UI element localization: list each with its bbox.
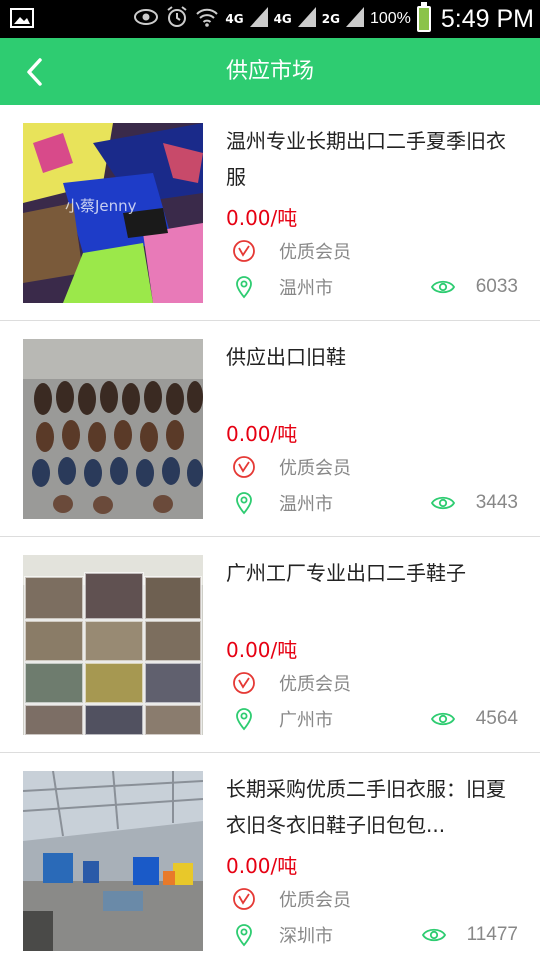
product-image <box>23 771 203 951</box>
signal-icon-2 <box>297 7 316 31</box>
listing-title: 供应出口旧鞋 <box>226 345 346 369</box>
listing-title: 温州专业长期出口二手夏季旧衣服 <box>226 129 506 189</box>
alarm-icon <box>165 5 189 33</box>
listing-location: 温州市 <box>279 278 333 299</box>
listing-location: 温州市 <box>279 494 333 515</box>
eye-icon <box>430 712 455 726</box>
product-image <box>23 339 203 519</box>
view-count: 3443 <box>475 492 518 513</box>
member-level: 优质会员 <box>279 458 351 479</box>
network-type-1: 4G <box>225 12 244 26</box>
listing-price: 0.00/吨 <box>226 638 298 662</box>
listing-price: 0.00/吨 <box>226 422 298 446</box>
member-level: 优质会员 <box>279 674 351 695</box>
signal-icon-3 <box>345 7 364 31</box>
status-bar: 4G 4G 2G 100% 5:49 PM <box>0 0 540 38</box>
member-badge-icon <box>233 672 255 694</box>
view-count: 4564 <box>475 708 518 729</box>
product-image: 小蔡Jenny <box>23 123 203 303</box>
view-count: 11477 <box>466 924 518 945</box>
listing-title: 广州工厂专业出口二手鞋子 <box>226 561 466 585</box>
listing-location: 广州市 <box>279 710 333 731</box>
wifi-icon <box>195 6 219 32</box>
listing-price: 0.00/吨 <box>226 854 298 878</box>
network-type-2: 4G <box>273 12 292 26</box>
listing-price: 0.00/吨 <box>226 206 298 230</box>
member-level: 优质会员 <box>279 890 351 911</box>
battery-percent: 100% <box>369 10 411 27</box>
listing-list: 小蔡Jenny 温州专业长期出口二手夏季旧衣服 0.00/吨 优质会员 温州市 <box>0 105 540 960</box>
eye-icon <box>430 496 455 510</box>
gallery-icon <box>10 8 34 28</box>
network-type-3: 2G <box>321 12 340 26</box>
member-level: 优质会员 <box>279 242 351 263</box>
location-pin-icon <box>236 708 252 731</box>
image-watermark: 小蔡Jenny <box>65 197 137 215</box>
member-badge-icon <box>233 240 255 262</box>
eye-icon <box>430 280 455 294</box>
listing-item[interactable]: 广州工厂专业出口二手鞋子 0.00/吨 优质会员 广州市 4564 <box>0 537 540 753</box>
listing-title: 长期采购优质二手旧衣服：旧夏衣旧冬衣旧鞋子旧包包... <box>226 777 506 837</box>
page-title: 供应市场 <box>225 59 314 84</box>
product-image <box>23 555 203 735</box>
app-header: 供应市场 <box>0 38 540 105</box>
signal-icon <box>249 7 268 31</box>
eye-icon <box>421 928 446 942</box>
view-count: 6033 <box>475 276 518 297</box>
member-badge-icon <box>233 888 255 910</box>
eye-status-icon <box>133 8 159 30</box>
listing-item[interactable]: 小蔡Jenny 温州专业长期出口二手夏季旧衣服 0.00/吨 优质会员 温州市 <box>0 105 540 321</box>
listing-location: 深圳市 <box>279 926 333 947</box>
member-badge-icon <box>233 456 255 478</box>
location-pin-icon <box>236 924 252 947</box>
listing-item[interactable]: 长期采购优质二手旧衣服：旧夏衣旧冬衣旧鞋子旧包包... 0.00/吨 优质会员 … <box>0 753 540 960</box>
battery-icon <box>416 2 431 32</box>
clock: 5:49 PM <box>440 4 534 33</box>
location-pin-icon <box>236 492 252 515</box>
listing-item[interactable]: 供应出口旧鞋 0.00/吨 优质会员 温州市 3443 <box>0 321 540 537</box>
location-pin-icon <box>236 276 252 299</box>
